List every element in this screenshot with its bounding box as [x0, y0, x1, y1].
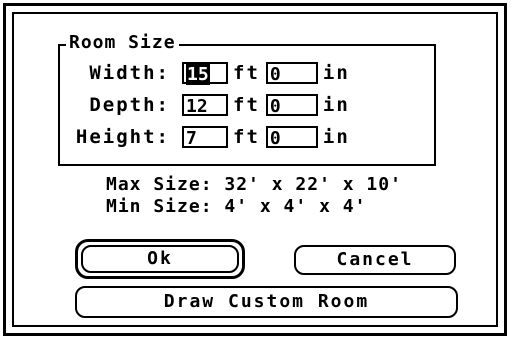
height-ft-field[interactable]: 7 [182, 126, 228, 149]
depth-label: Depth: [89, 94, 170, 116]
width-ft-field[interactable]: 15 [182, 62, 228, 85]
group-title: Room Size [66, 32, 179, 53]
max-size-text: Max Size: 32' x 22' x 10' [106, 174, 402, 195]
height-in-unit: in [322, 126, 350, 148]
min-size-text: Min Size: 4' x 4' x 4' [106, 196, 367, 217]
height-label: Height: [75, 126, 170, 148]
height-in-field[interactable]: 0 [265, 126, 318, 149]
draw-custom-room-button[interactable]: Draw Custom Room [75, 286, 458, 318]
cancel-button[interactable]: Cancel [294, 245, 456, 275]
depth-ft-unit: ft [233, 94, 260, 116]
ok-button[interactable]: Ok [81, 245, 239, 273]
width-in-field[interactable]: 0 [265, 62, 318, 85]
depth-ft-field[interactable]: 12 [182, 94, 228, 117]
width-ft-unit: ft [233, 62, 260, 84]
depth-in-field[interactable]: 0 [265, 94, 318, 117]
room-size-dialog: Room Size Width: 15 ft 0 in Depth: 12 ft… [3, 3, 507, 336]
depth-in-unit: in [322, 94, 350, 116]
width-in-unit: in [322, 62, 350, 84]
depth-row: Depth: 12 ft 0 in [58, 94, 356, 117]
height-row: Height: 7 ft 0 in [58, 126, 356, 149]
height-ft-unit: ft [233, 126, 260, 148]
width-label: Width: [89, 62, 170, 84]
width-row: Width: 15 ft 0 in [58, 62, 356, 85]
